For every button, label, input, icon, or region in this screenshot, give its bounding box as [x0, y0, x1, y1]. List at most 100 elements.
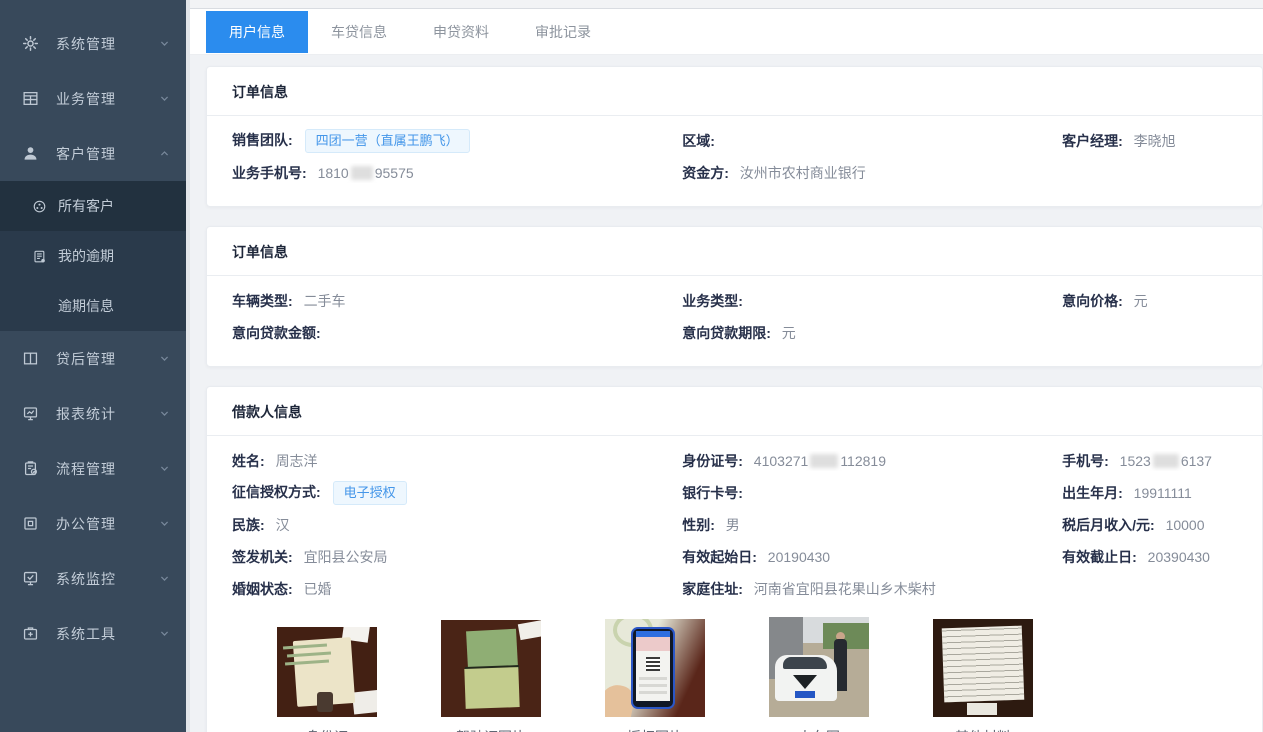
field-credit-auth-method: 征信授权方式: 电子授权: [232, 481, 682, 505]
sidebar-item-label: 系统工具: [56, 624, 159, 644]
redacted-blur: [351, 166, 373, 180]
field-business-phone: 业务手机号: 181095575: [232, 163, 682, 183]
sidebar-item-label: 系统管理: [56, 34, 159, 54]
field-bank-card: 银行卡号:: [682, 483, 1062, 503]
driver-license-photo-thumbnail: [441, 620, 541, 717]
sidebar-subitem-label: 所有客户: [58, 196, 114, 216]
monitor-check-icon: [22, 570, 39, 587]
grid-icon: [22, 90, 39, 107]
field-name: 姓名: 周志洋: [232, 451, 682, 471]
tab-user-info[interactable]: 用户信息: [206, 11, 308, 53]
photo-caption: 其他材料: [933, 727, 1033, 732]
field-intent-loan-term: 意向贷款期限: 元: [682, 323, 1062, 343]
field-region: 区域:: [682, 131, 1062, 151]
chevron-down-icon: [159, 518, 170, 529]
sidebar-item-office-management[interactable]: 办公管理: [0, 496, 186, 551]
sidebar-item-postloan-management[interactable]: 贷后管理: [0, 331, 186, 386]
notebook-icon: [32, 249, 47, 264]
chevron-up-icon: [159, 148, 170, 159]
chevron-down-icon: [159, 463, 170, 474]
field-valid-to: 有效截止日: 20390430: [1062, 547, 1237, 567]
sidebar-item-report-statistics[interactable]: 报表统计: [0, 386, 186, 441]
field-home-address: 家庭住址: 河南省宜阳县花果山乡木柴村: [682, 579, 1062, 599]
authorization-photo-thumbnail: [605, 619, 705, 717]
scroll-content[interactable]: 订单信息 销售团队: 四团一营（直属王鹏飞） 区域: 客户经理: 李晓旭: [190, 55, 1263, 732]
photo-other-document[interactable]: 其他材料: [933, 619, 1033, 732]
photo-authorization-screenshot[interactable]: 授权图片: [605, 619, 705, 732]
other-document-photo-thumbnail: [933, 619, 1033, 717]
field-account-manager: 客户经理: 李晓旭: [1062, 131, 1237, 151]
chevron-down-icon: [159, 353, 170, 364]
sidebar-item-label: 系统监控: [56, 569, 159, 589]
photo-driver-license[interactable]: 驾驶证图片: [441, 620, 541, 732]
field-issuing-authority: 签发机关: 宜阳县公安局: [232, 547, 682, 567]
photo-person-with-car[interactable]: 人车图: [769, 617, 869, 732]
sidebar-subitem-overdue-info[interactable]: 逾期信息: [0, 281, 186, 331]
sidebar-subitem-all-customers[interactable]: 所有客户: [0, 181, 186, 231]
sidebar-item-business-management[interactable]: 业务管理: [0, 71, 186, 126]
clipboard-icon: [22, 460, 39, 477]
photo-caption: 人车图: [769, 727, 869, 732]
document-photos: 身份证 驾驶证图片 授权图片: [232, 605, 1237, 732]
sidebar-item-label: 办公管理: [56, 514, 159, 534]
field-intent-loan-amount: 意向贷款金额:: [232, 323, 682, 343]
field-ethnicity: 民族: 汉: [232, 515, 682, 535]
sidebar-item-label: 报表统计: [56, 404, 159, 424]
tab-car-loan-info[interactable]: 车贷信息: [308, 11, 410, 53]
field-birth-date: 出生年月: 19911111: [1062, 483, 1237, 503]
sidebar-item-label: 客户管理: [56, 144, 159, 164]
redacted-blur: [1153, 454, 1179, 468]
chevron-down-icon: [159, 408, 170, 419]
sidebar-item-label: 流程管理: [56, 459, 159, 479]
peoples-icon: [32, 199, 47, 214]
field-funder: 资金方: 汝州市农村商业银行: [682, 163, 1062, 183]
user-icon: [22, 145, 39, 162]
loan-intent-card: 订单信息 车辆类型: 二手车 业务类型: 意向价格: 元: [206, 226, 1263, 367]
chevron-down-icon: [159, 38, 170, 49]
tab-loan-application-docs[interactable]: 申贷资料: [410, 11, 512, 53]
sidebar-item-label: 贷后管理: [56, 349, 159, 369]
chevron-down-icon: [159, 93, 170, 104]
sidebar-subitem-my-overdue[interactable]: 我的逾期: [0, 231, 186, 281]
chevron-down-icon: [159, 628, 170, 639]
customer-management-submenu: 所有客户 我的逾期 逾期信息: [0, 181, 186, 331]
sidebar-subitem-label: 逾期信息: [58, 296, 114, 316]
photo-id-card[interactable]: 身份证: [277, 627, 377, 732]
card-title: 借款人信息: [207, 387, 1262, 436]
photo-caption: 授权图片: [605, 727, 705, 732]
field-business-type: 业务类型:: [682, 291, 1062, 311]
field-mobile-phone: 手机号: 15236137: [1062, 451, 1237, 471]
field-sales-team: 销售团队: 四团一营（直属王鹏飞）: [232, 129, 682, 153]
id-card-photo-thumbnail: [277, 627, 377, 717]
chevron-down-icon: [159, 573, 170, 584]
tab-bar: 用户信息 车贷信息 申贷资料 审批记录: [190, 9, 1263, 55]
photo-caption: 身份证: [277, 727, 377, 732]
main-content: 用户信息 车贷信息 申贷资料 审批记录 订单信息 销售团队: 四团一营（直属王鹏…: [186, 0, 1263, 732]
person-car-photo-thumbnail: [769, 617, 869, 717]
field-vehicle-type: 车辆类型: 二手车: [232, 291, 682, 311]
card-title: 订单信息: [207, 227, 1262, 276]
field-valid-from: 有效起始日: 20190430: [682, 547, 1062, 567]
sidebar-item-system-tools[interactable]: 系统工具: [0, 606, 186, 661]
field-monthly-income: 税后月收入/元: 10000: [1062, 515, 1237, 535]
sidebar-item-label: 业务管理: [56, 89, 159, 109]
sidebar-item-system-management[interactable]: 系统管理: [0, 16, 186, 71]
sidebar-subitem-label: 我的逾期: [58, 246, 114, 266]
gear-icon: [22, 35, 39, 52]
credit-auth-tag[interactable]: 电子授权: [333, 481, 407, 505]
field-intent-price: 意向价格: 元: [1062, 291, 1237, 311]
tab-approval-records[interactable]: 审批记录: [512, 11, 614, 53]
field-marital-status: 婚姻状态: 已婚: [232, 579, 682, 599]
toolbox-icon: [22, 625, 39, 642]
sales-team-tag[interactable]: 四团一营（直属王鹏飞）: [305, 129, 470, 153]
book-icon: [22, 350, 39, 367]
monitor-icon: [22, 405, 39, 422]
borrower-info-card: 借款人信息 姓名: 周志洋 身份证号: 4103271112819 手机号: 1…: [206, 386, 1263, 732]
sidebar-item-system-monitor[interactable]: 系统监控: [0, 551, 186, 606]
sidebar-item-customer-management[interactable]: 客户管理: [0, 126, 186, 181]
square-icon: [22, 515, 39, 532]
sidebar-item-process-management[interactable]: 流程管理: [0, 441, 186, 496]
order-info-card: 订单信息 销售团队: 四团一营（直属王鹏飞） 区域: 客户经理: 李晓旭: [206, 66, 1263, 207]
redacted-blur: [810, 454, 838, 468]
field-id-number: 身份证号: 4103271112819: [682, 451, 1062, 471]
